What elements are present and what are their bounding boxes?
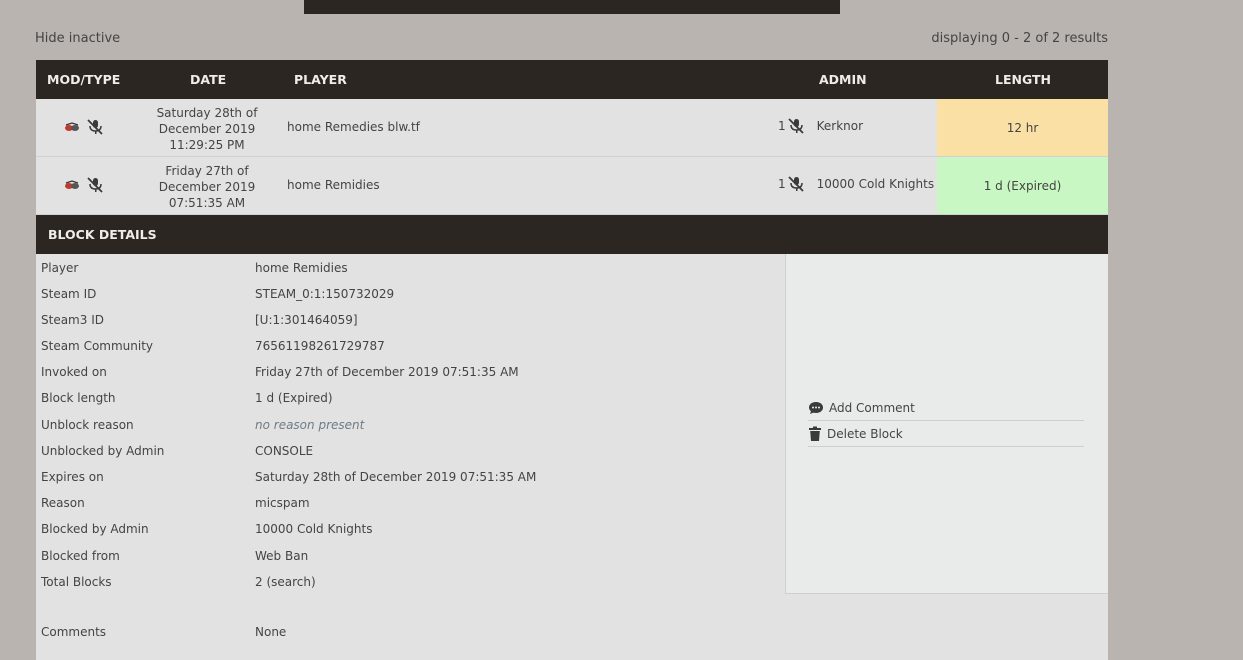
table-row[interactable]: Friday 27th of December 2019 07:51:35 AM… [36,157,1108,215]
muted-mic-icon [787,118,805,134]
table-header: MOD/TYPE DATE PLAYER ADMIN LENGTH [36,60,1108,99]
comment-icon [808,401,824,415]
muted-mic-icon [86,177,104,193]
hide-inactive-link[interactable]: Hide inactive [35,31,120,46]
header-date: DATE [190,72,227,87]
admin-count: 1 [778,177,786,191]
top-nav-bar [304,0,840,14]
trash-icon [808,426,822,442]
add-comment-button[interactable]: Add Comment [808,395,1084,421]
total-blocks-search-link[interactable]: 2 (search) [255,575,316,589]
admin-name: 10000 Cold Knights [816,177,935,191]
add-comment-label: Add Comment [829,400,915,415]
header-admin: ADMIN [819,72,867,87]
delete-block-label: Delete Block [827,426,903,441]
header-length: LENGTH [995,72,1051,87]
admin-cell: 1 10000 Cold Knights [778,176,934,192]
header-player: PLAYER [294,72,347,87]
player-cell: home Remedies blw.tf [287,120,420,134]
length-cell: 1 d (Expired) [937,157,1108,214]
block-details-header: BLOCK DETAILS [36,215,1108,254]
date-cell: Saturday 28th of December 2019 11:29:25 … [156,106,258,152]
tf2-game-icon [64,180,80,190]
actions-panel: Add Comment Delete Block [785,254,1108,594]
steam-community-link[interactable]: 76561198261729787 [255,339,385,353]
player-cell: home Remidies [287,178,380,192]
muted-mic-icon [86,119,104,135]
blocks-table: MOD/TYPE DATE PLAYER ADMIN LENGTH Saturd… [36,60,1108,215]
results-count: displaying 0 - 2 of 2 results [931,31,1108,46]
admin-cell: 1 Kerknor [778,118,863,134]
length-cell: 12 hr [937,99,1108,156]
date-cell: Friday 27th of December 2019 07:51:35 AM [158,164,256,210]
admin-count: 1 [778,119,786,133]
tf2-game-icon [64,122,80,132]
header-mod-type: MOD/TYPE [47,72,121,87]
table-row[interactable]: Saturday 28th of December 2019 11:29:25 … [36,99,1108,157]
mod-type-cell [64,119,110,135]
admin-name: Kerknor [816,119,864,133]
muted-mic-icon [787,176,805,192]
block-details-title: BLOCK DETAILS [48,227,157,242]
mod-type-cell [64,177,110,193]
delete-block-button[interactable]: Delete Block [808,421,1084,447]
